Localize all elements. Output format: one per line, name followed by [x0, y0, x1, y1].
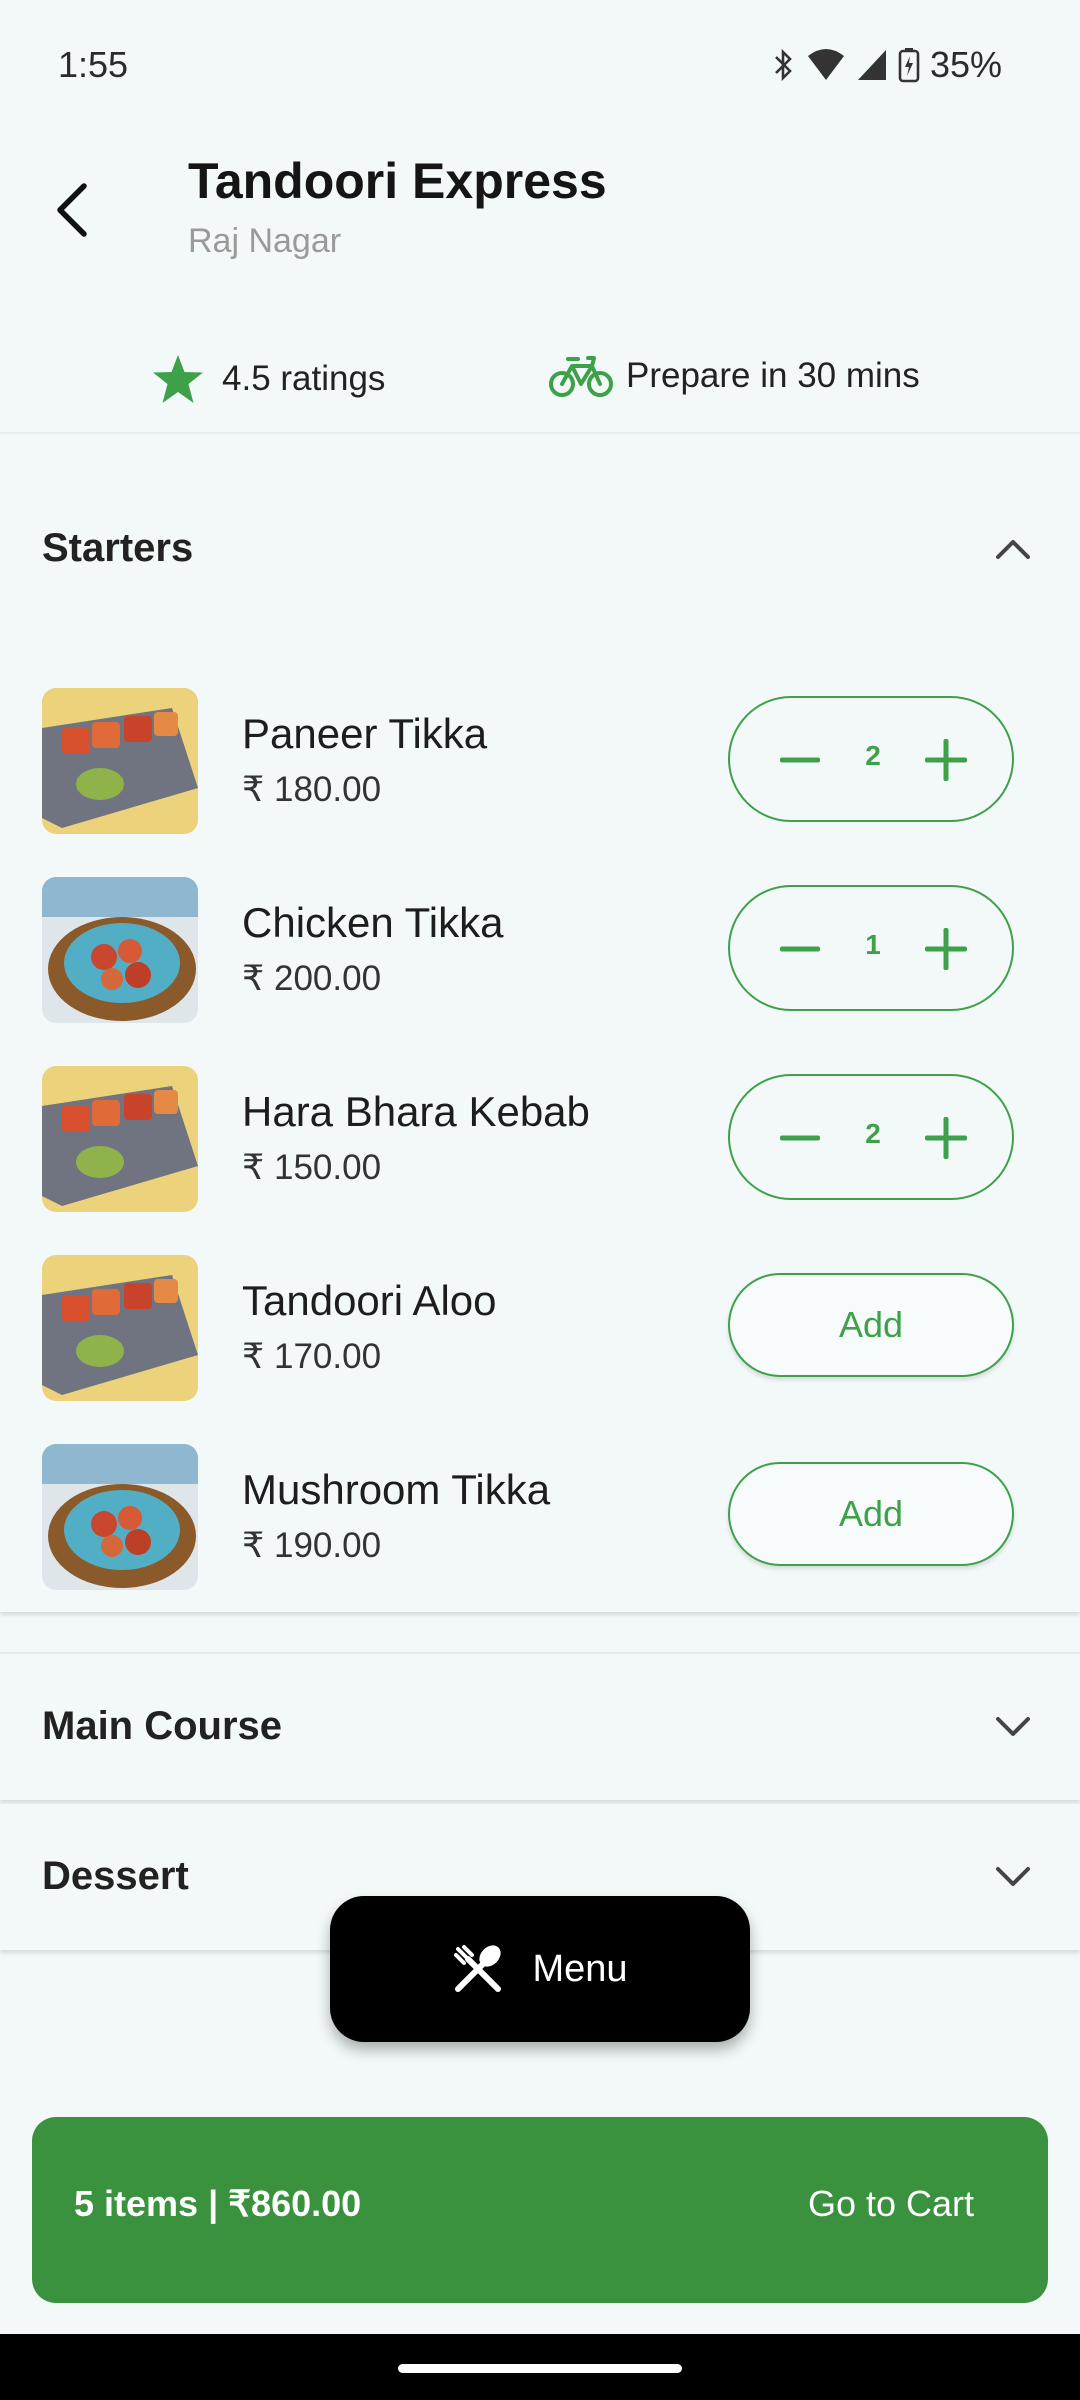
chevron-down-icon: [996, 1717, 1030, 1736]
expand-main-course-button[interactable]: [988, 1702, 1038, 1752]
decrease-quantity-button[interactable]: [768, 728, 832, 792]
restaurant-info-row: 4.5 ratings Prepare in 30 mins: [0, 340, 1080, 430]
cutlery-icon: [454, 1945, 502, 1992]
cart-bar[interactable]: 5 items | ₹860.00 Go to Cart: [32, 2117, 1048, 2303]
minus-icon: [780, 757, 820, 763]
increase-quantity-button[interactable]: [914, 728, 978, 792]
increase-quantity-button[interactable]: [914, 917, 978, 981]
prep-time-info: Prepare in 30 mins: [548, 354, 920, 398]
collapse-starters-button[interactable]: [988, 524, 1038, 574]
increase-quantity-button[interactable]: [914, 1106, 978, 1170]
expand-dessert-button[interactable]: [988, 1852, 1038, 1902]
plus-icon: [925, 928, 967, 970]
rating-info: 4.5 ratings: [152, 354, 385, 404]
quantity-value: 2: [865, 1118, 881, 1149]
item-price: ₹ 170.00: [242, 1337, 382, 1376]
star-icon: [153, 355, 203, 403]
prep-time-text: Prepare in 30 mins: [626, 356, 920, 395]
food-image-chicken-tikka: [42, 877, 198, 1023]
menu-item: Mushroom Tikka ₹ 190.00 Add: [0, 1444, 1080, 1594]
section-title-dessert: Dessert: [42, 1854, 189, 1898]
menu-item: Chicken Tikka ₹ 200.00 1: [0, 877, 1080, 1027]
decrease-quantity-button[interactable]: [768, 917, 832, 981]
minus-icon: [780, 1135, 820, 1141]
section-title-main-course: Main Course: [42, 1704, 283, 1748]
menu-label: Menu: [532, 1947, 628, 1990]
item-name: Hara Bhara Kebab: [242, 1088, 590, 1135]
plus-icon: [925, 739, 967, 781]
status-time: 1:55: [58, 44, 129, 85]
quantity-stepper: 2: [728, 1074, 1014, 1200]
add-button[interactable]: Add: [728, 1273, 1014, 1377]
signal-icon: [856, 48, 888, 82]
restaurant-header: Tandoori Express Raj Nagar: [0, 130, 1080, 300]
back-button[interactable]: [32, 170, 112, 250]
home-gesture-handle[interactable]: [398, 2364, 682, 2373]
restaurant-location: Raj Nagar: [188, 222, 342, 260]
battery-icon: [898, 47, 920, 83]
plus-icon: [925, 1117, 967, 1159]
back-arrow-icon: [57, 183, 87, 237]
quantity-stepper: 2: [728, 696, 1014, 822]
quantity-value: 1: [865, 929, 881, 960]
item-price: ₹ 200.00: [242, 959, 382, 998]
bicycle-icon: [549, 356, 613, 397]
section-starters: Starters Paneer Tikka ₹ 180.00 2 Chicken…: [0, 436, 1080, 1612]
menu-button[interactable]: Menu: [330, 1896, 750, 2042]
system-nav-bar: [0, 2334, 1080, 2400]
item-name: Tandoori Aloo: [242, 1277, 497, 1324]
item-name: Paneer Tikka: [242, 710, 488, 757]
menu-item: Paneer Tikka ₹ 180.00 2: [0, 688, 1080, 838]
go-to-cart-button[interactable]: Go to Cart: [808, 2183, 974, 2225]
status-icons: 35%: [770, 44, 1002, 86]
chevron-up-icon: [996, 540, 1030, 559]
menu-item: Tandoori Aloo ₹ 170.00 Add: [0, 1255, 1080, 1405]
divider: [0, 432, 1080, 434]
quantity-stepper: 1: [728, 885, 1014, 1011]
status-bar: 1:55 35%: [0, 0, 1080, 130]
battery-percent: 35%: [929, 44, 1002, 85]
item-price: ₹ 190.00: [242, 1526, 382, 1565]
item-price: ₹ 180.00: [242, 770, 382, 809]
food-image-mushroom-tikka: [42, 1444, 198, 1590]
cart-summary: 5 items | ₹860.00: [74, 2183, 362, 2224]
restaurant-name: Tandoori Express: [188, 153, 607, 209]
decrease-quantity-button[interactable]: [768, 1106, 832, 1170]
item-name: Chicken Tikka: [242, 899, 504, 946]
chevron-down-icon: [996, 1867, 1030, 1886]
bluetooth-icon: [770, 47, 796, 83]
minus-icon: [780, 946, 820, 952]
wifi-icon: [806, 48, 846, 82]
section-main-course[interactable]: Main Course: [0, 1652, 1080, 1800]
item-name: Mushroom Tikka: [242, 1466, 551, 1513]
food-image-paneer-tikka: [42, 688, 198, 834]
food-image-hara-bhara-kebab: [42, 1066, 198, 1212]
section-title-starters: Starters: [42, 526, 194, 570]
menu-item: Hara Bhara Kebab ₹ 150.00 2: [0, 1066, 1080, 1216]
food-image-tandoori-aloo: [42, 1255, 198, 1401]
quantity-value: 2: [865, 740, 881, 771]
add-button[interactable]: Add: [728, 1462, 1014, 1566]
rating-text: 4.5 ratings: [222, 359, 386, 398]
item-price: ₹ 150.00: [242, 1148, 382, 1187]
